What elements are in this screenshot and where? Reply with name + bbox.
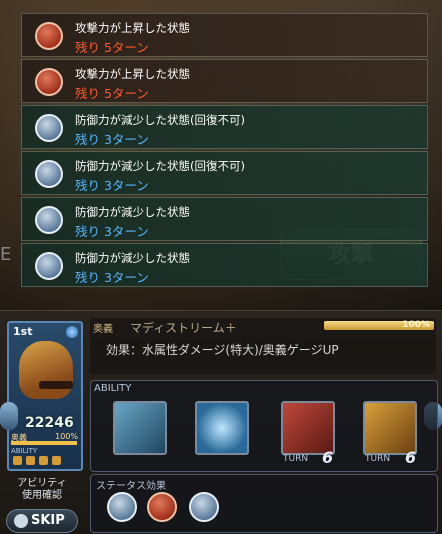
shield-down-icon: [35, 206, 63, 234]
axe-icon[interactable]: [281, 401, 335, 455]
ability-turn-count: 6: [405, 448, 417, 467]
status-effect-row: 防御力が減少した状態(回復不可) 残り 3ターン: [21, 105, 428, 149]
shield-down-icon: [35, 252, 63, 280]
status-remaining: 残り 3ターン: [75, 178, 149, 193]
character-portrait[interactable]: 1st 22246 奥義 100% ABILITY: [7, 321, 83, 471]
sword-up-icon: [35, 68, 63, 96]
prev-character-arrow[interactable]: [0, 402, 18, 430]
shield-down-icon[interactable]: [189, 492, 219, 522]
ability-label: ABILITY: [11, 447, 38, 455]
helmet-icon: [19, 341, 73, 399]
status-title: 防御力が減少した状態(回復不可): [75, 159, 245, 173]
character-rank: 1st: [13, 325, 33, 338]
ability-indicator: [13, 456, 22, 465]
ability-turn-count: 6: [322, 448, 334, 467]
status-effect-row: 攻撃力が上昇した状態 残り 5ターン: [21, 13, 428, 57]
status-effect-row: 防御力が減少した状態 残り 3ターン: [21, 197, 428, 241]
ougi-gauge-bar: [11, 441, 77, 445]
status-remaining: 残り 3ターン: [75, 132, 149, 147]
ability-indicator: [39, 456, 48, 465]
status-title: 攻撃力が上昇した状態: [75, 21, 190, 35]
lance-icon[interactable]: [363, 401, 417, 455]
confirm-line1: アビリティ: [17, 478, 67, 489]
skip-button[interactable]: SKIP: [6, 509, 78, 533]
shield-down-icon[interactable]: [107, 492, 137, 522]
status-effects-panel: ステータス効果: [90, 474, 438, 533]
ougi-panel: 奥義 マディストリーム＋ 100% 効果：水属性ダメージ(特大)/奥義ゲージUP: [90, 318, 436, 374]
sword-up-icon[interactable]: [147, 492, 177, 522]
status-remaining: 残り 3ターン: [75, 224, 149, 239]
status-remaining: 残り 3ターン: [75, 270, 149, 285]
status-effect-row: 防御力が減少した状態 残り 3ターン: [21, 243, 428, 287]
status-title: 攻撃力が上昇した状態: [75, 67, 190, 81]
status-effect-row: 防御力が減少した状態(回復不可) 残り 3ターン: [21, 151, 428, 195]
ability-indicator: [26, 456, 35, 465]
status-remaining: 残り 5ターン: [75, 86, 149, 101]
ability-turn-label: TURN: [283, 454, 309, 464]
shield-down-icon: [35, 160, 63, 188]
ougi-gauge: 100%: [324, 320, 434, 330]
ability-indicator: [52, 456, 61, 465]
status-title: 防御力が減少した状態: [75, 205, 190, 219]
ougi-gauge-percent: 100%: [402, 320, 430, 330]
ougi-effect: 効果：水属性ダメージ(特大)/奥義ゲージUP: [106, 343, 339, 357]
water-attack-icon[interactable]: [113, 401, 167, 455]
shield-down-icon: [35, 114, 63, 142]
status-effect-row: 攻撃力が上昇した状態 残り 5ターン: [21, 59, 428, 103]
sword-up-icon: [35, 22, 63, 50]
confirm-line2: 使用確認: [22, 490, 62, 501]
ability-header: ABILITY: [94, 383, 132, 394]
ougi-name: マディストリーム＋: [130, 321, 237, 335]
status-panel-header: ステータス効果: [96, 481, 166, 492]
character-hp: 22246: [25, 415, 74, 431]
skip-label: SKIP: [31, 513, 65, 528]
ability-panel: ABILITY TURN 6 TURN 6: [90, 380, 438, 472]
shield-buff-icon[interactable]: [195, 401, 249, 455]
ability-confirm-toggle[interactable]: アビリティ 使用確認: [10, 478, 74, 502]
background-text: E: [0, 244, 12, 265]
element-gem-icon: [66, 326, 78, 338]
ougi-tag: 奥義: [93, 324, 113, 335]
status-remaining: 残り 5ターン: [75, 40, 149, 55]
status-effect-list: 攻撃力が上昇した状態 残り 5ターン 攻撃力が上昇した状態 残り 5ターン 防御…: [21, 13, 428, 289]
status-title: 防御力が減少した状態(回復不可): [75, 113, 245, 127]
skip-icon: [14, 514, 28, 528]
ability-turn-label: TURN: [365, 454, 391, 464]
ougi-percent: 100%: [55, 432, 78, 441]
status-title: 防御力が減少した状態: [75, 251, 190, 265]
